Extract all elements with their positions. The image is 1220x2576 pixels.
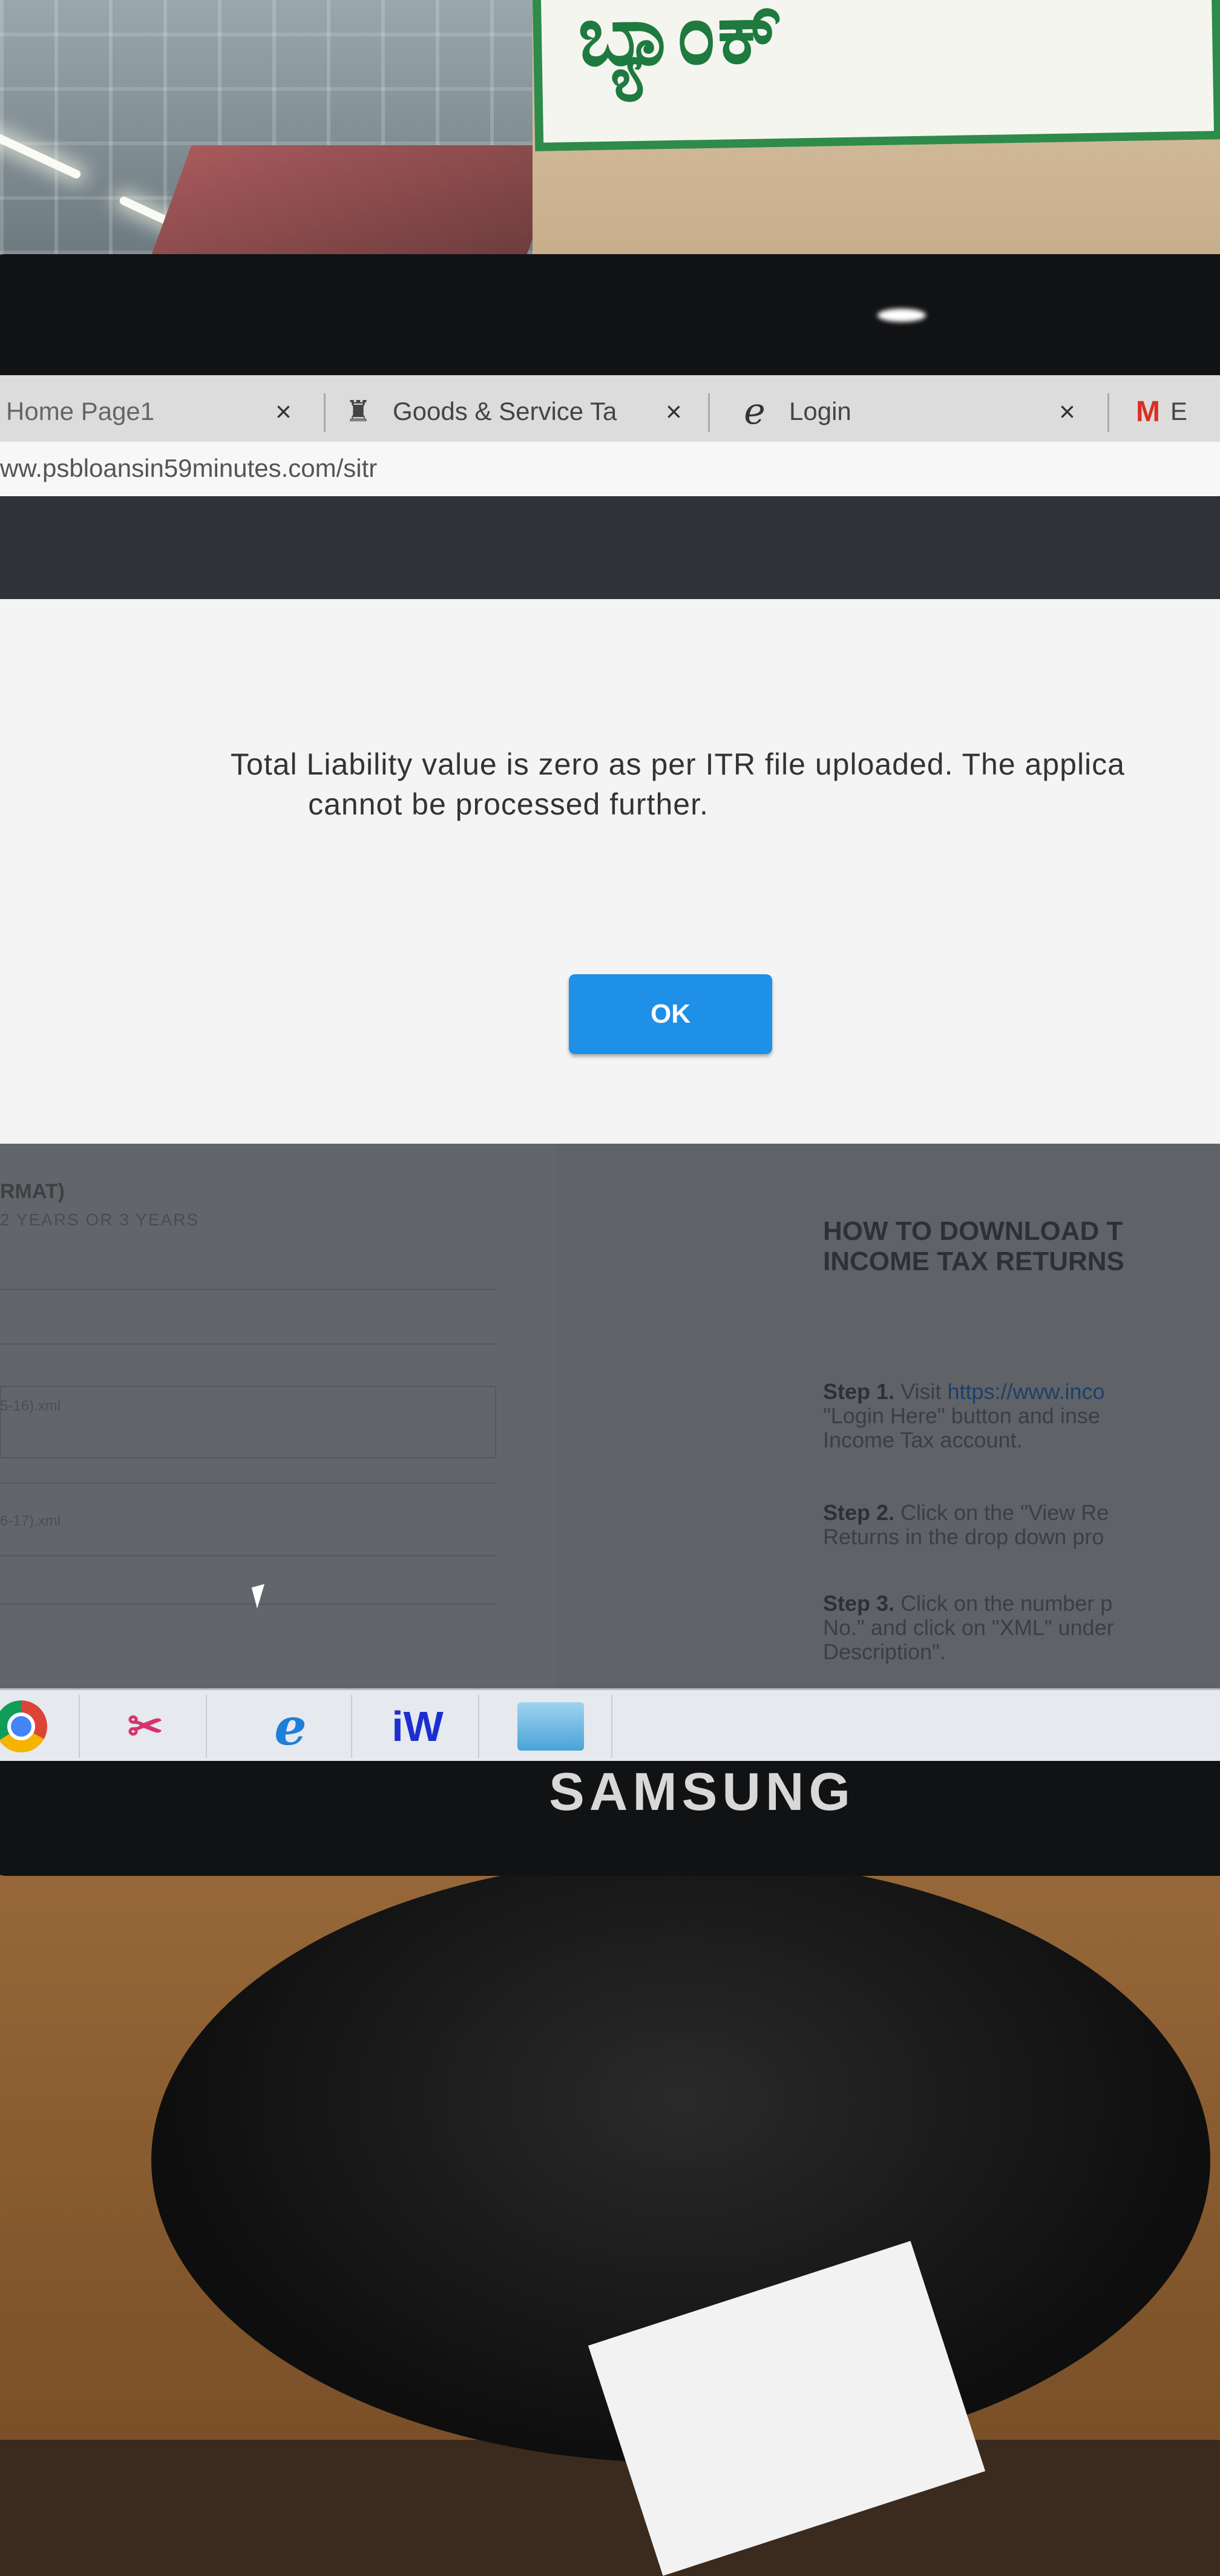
upload-panel: RMAT) 2 YEARS OR 3 YEARS 5-16).xml 6-17)… xyxy=(0,1144,557,1688)
upload-subtitle: 2 YEARS OR 3 YEARS xyxy=(0,1210,200,1229)
step-2: Step 2. Click on the "View Re Returns in… xyxy=(823,1501,1220,1549)
internet-explorer-icon: e xyxy=(274,1696,307,1757)
taskbar-control-panel[interactable] xyxy=(490,1695,612,1758)
alert-message: Total Liability value is zero as per ITR… xyxy=(103,744,1220,824)
step-3: Step 3. Click on the number p No." and c… xyxy=(823,1591,1220,1664)
step-1-text3: Income Tax account. xyxy=(823,1427,1023,1452)
taskbar-iw-app[interactable]: iW xyxy=(357,1695,479,1758)
step-2-text2: Returns in the drop down pro xyxy=(823,1524,1104,1549)
step-2-label: Step 2. xyxy=(823,1500,895,1525)
file-name-2: 6-17).xml xyxy=(0,1513,61,1529)
tab-login[interactable]: e Login × xyxy=(738,387,1113,436)
room-background: ಬ್ಯಾಂಕ್ xyxy=(0,0,1220,266)
tab-label: E xyxy=(1170,397,1188,425)
step-2-text: Click on the "View Re xyxy=(900,1500,1109,1525)
taskbar-snipping-tool[interactable]: ✂ xyxy=(85,1695,207,1758)
tab-home-page[interactable]: Home Page1 × xyxy=(6,387,321,436)
emblem-icon: ♜ xyxy=(345,396,372,428)
tab-label: Goods & Service Ta xyxy=(393,397,617,425)
taskbar-internet-explorer[interactable]: e xyxy=(230,1695,352,1758)
alert-dialog: Total Liability value is zero as per ITR… xyxy=(0,599,1220,1144)
step-1: Step 1. Visit https://www.inco "Login He… xyxy=(823,1380,1220,1452)
control-panel-icon xyxy=(517,1702,584,1751)
instructions-title: HOW TO DOWNLOAD T INCOME TAX RETURNS xyxy=(823,1216,1220,1277)
monitor-brand-logo: SAMSUNG xyxy=(549,1762,855,1821)
browser-tab-bar: Home Page1 × ♜ Goods & Service Ta × e Lo… xyxy=(0,375,1220,443)
step-3-text3: Description". xyxy=(823,1639,946,1664)
signboard-text: ಬ್ಯಾಂಕ್ xyxy=(577,0,787,84)
income-tax-link[interactable]: https://www.inco xyxy=(947,1379,1104,1404)
tab-divider xyxy=(324,393,326,432)
tab-label: Home Page1 xyxy=(6,397,155,425)
step-1-text2: "Login Here" button and inse xyxy=(823,1403,1100,1428)
step-1-label: Step 1. xyxy=(823,1379,895,1404)
snipping-tool-icon: ✂ xyxy=(127,1703,163,1750)
url-text: ww.psbloansin59minutes.com/sitr xyxy=(0,454,378,482)
gmail-icon: M xyxy=(1136,395,1160,428)
divider xyxy=(0,1604,496,1605)
divider xyxy=(0,1555,496,1556)
divider xyxy=(0,1483,496,1484)
ie-icon: e xyxy=(744,390,766,433)
instructions-title-line1: HOW TO DOWNLOAD T xyxy=(823,1216,1123,1246)
page-header xyxy=(0,496,1220,599)
chrome-icon xyxy=(0,1700,47,1752)
close-icon[interactable]: × xyxy=(666,395,682,428)
bezel-reflection xyxy=(877,309,926,322)
modal-backdrop: RMAT) 2 YEARS OR 3 YEARS 5-16).xml 6-17)… xyxy=(0,1144,1220,1688)
tab-label: Login xyxy=(789,397,851,425)
close-icon[interactable]: × xyxy=(275,395,292,428)
step-3-text2: No." and click on "XML" under xyxy=(823,1615,1114,1640)
tab-gmail[interactable]: M E xyxy=(1132,387,1220,436)
alert-message-line1: Total Liability value is zero as per ITR… xyxy=(231,747,1125,781)
taskbar: ✂ e iW xyxy=(0,1688,1220,1761)
divider xyxy=(0,1343,496,1345)
instructions-title-line2: INCOME TAX RETURNS xyxy=(823,1247,1124,1276)
ok-button[interactable]: OK xyxy=(569,974,772,1054)
alert-message-line2: cannot be processed further. xyxy=(308,787,709,821)
step-1-text: Visit xyxy=(900,1379,942,1404)
red-wall xyxy=(147,145,567,266)
upload-title: RMAT) xyxy=(0,1180,65,1203)
divider xyxy=(0,1289,496,1290)
step-3-label: Step 3. xyxy=(823,1591,895,1616)
signboard: ಬ್ಯಾಂಕ್ xyxy=(533,0,1220,151)
taskbar-chrome[interactable] xyxy=(0,1695,80,1758)
file-name-1: 5-16).xml xyxy=(0,1398,61,1414)
close-icon[interactable]: × xyxy=(1059,395,1075,428)
step-3-text: Click on the number p xyxy=(900,1591,1113,1616)
tab-divider xyxy=(708,393,710,432)
address-bar[interactable]: ww.psbloansin59minutes.com/sitr xyxy=(0,442,1220,498)
iw-app-icon: iW xyxy=(392,1703,444,1750)
monitor: Home Page1 × ♜ Goods & Service Ta × e Lo… xyxy=(0,254,1220,1876)
tab-goods-service-tax[interactable]: ♜ Goods & Service Ta × xyxy=(342,387,717,436)
screen: Home Page1 × ♜ Goods & Service Ta × e Lo… xyxy=(0,375,1220,1761)
file-field-1[interactable] xyxy=(0,1386,496,1458)
tab-divider xyxy=(1107,393,1109,432)
